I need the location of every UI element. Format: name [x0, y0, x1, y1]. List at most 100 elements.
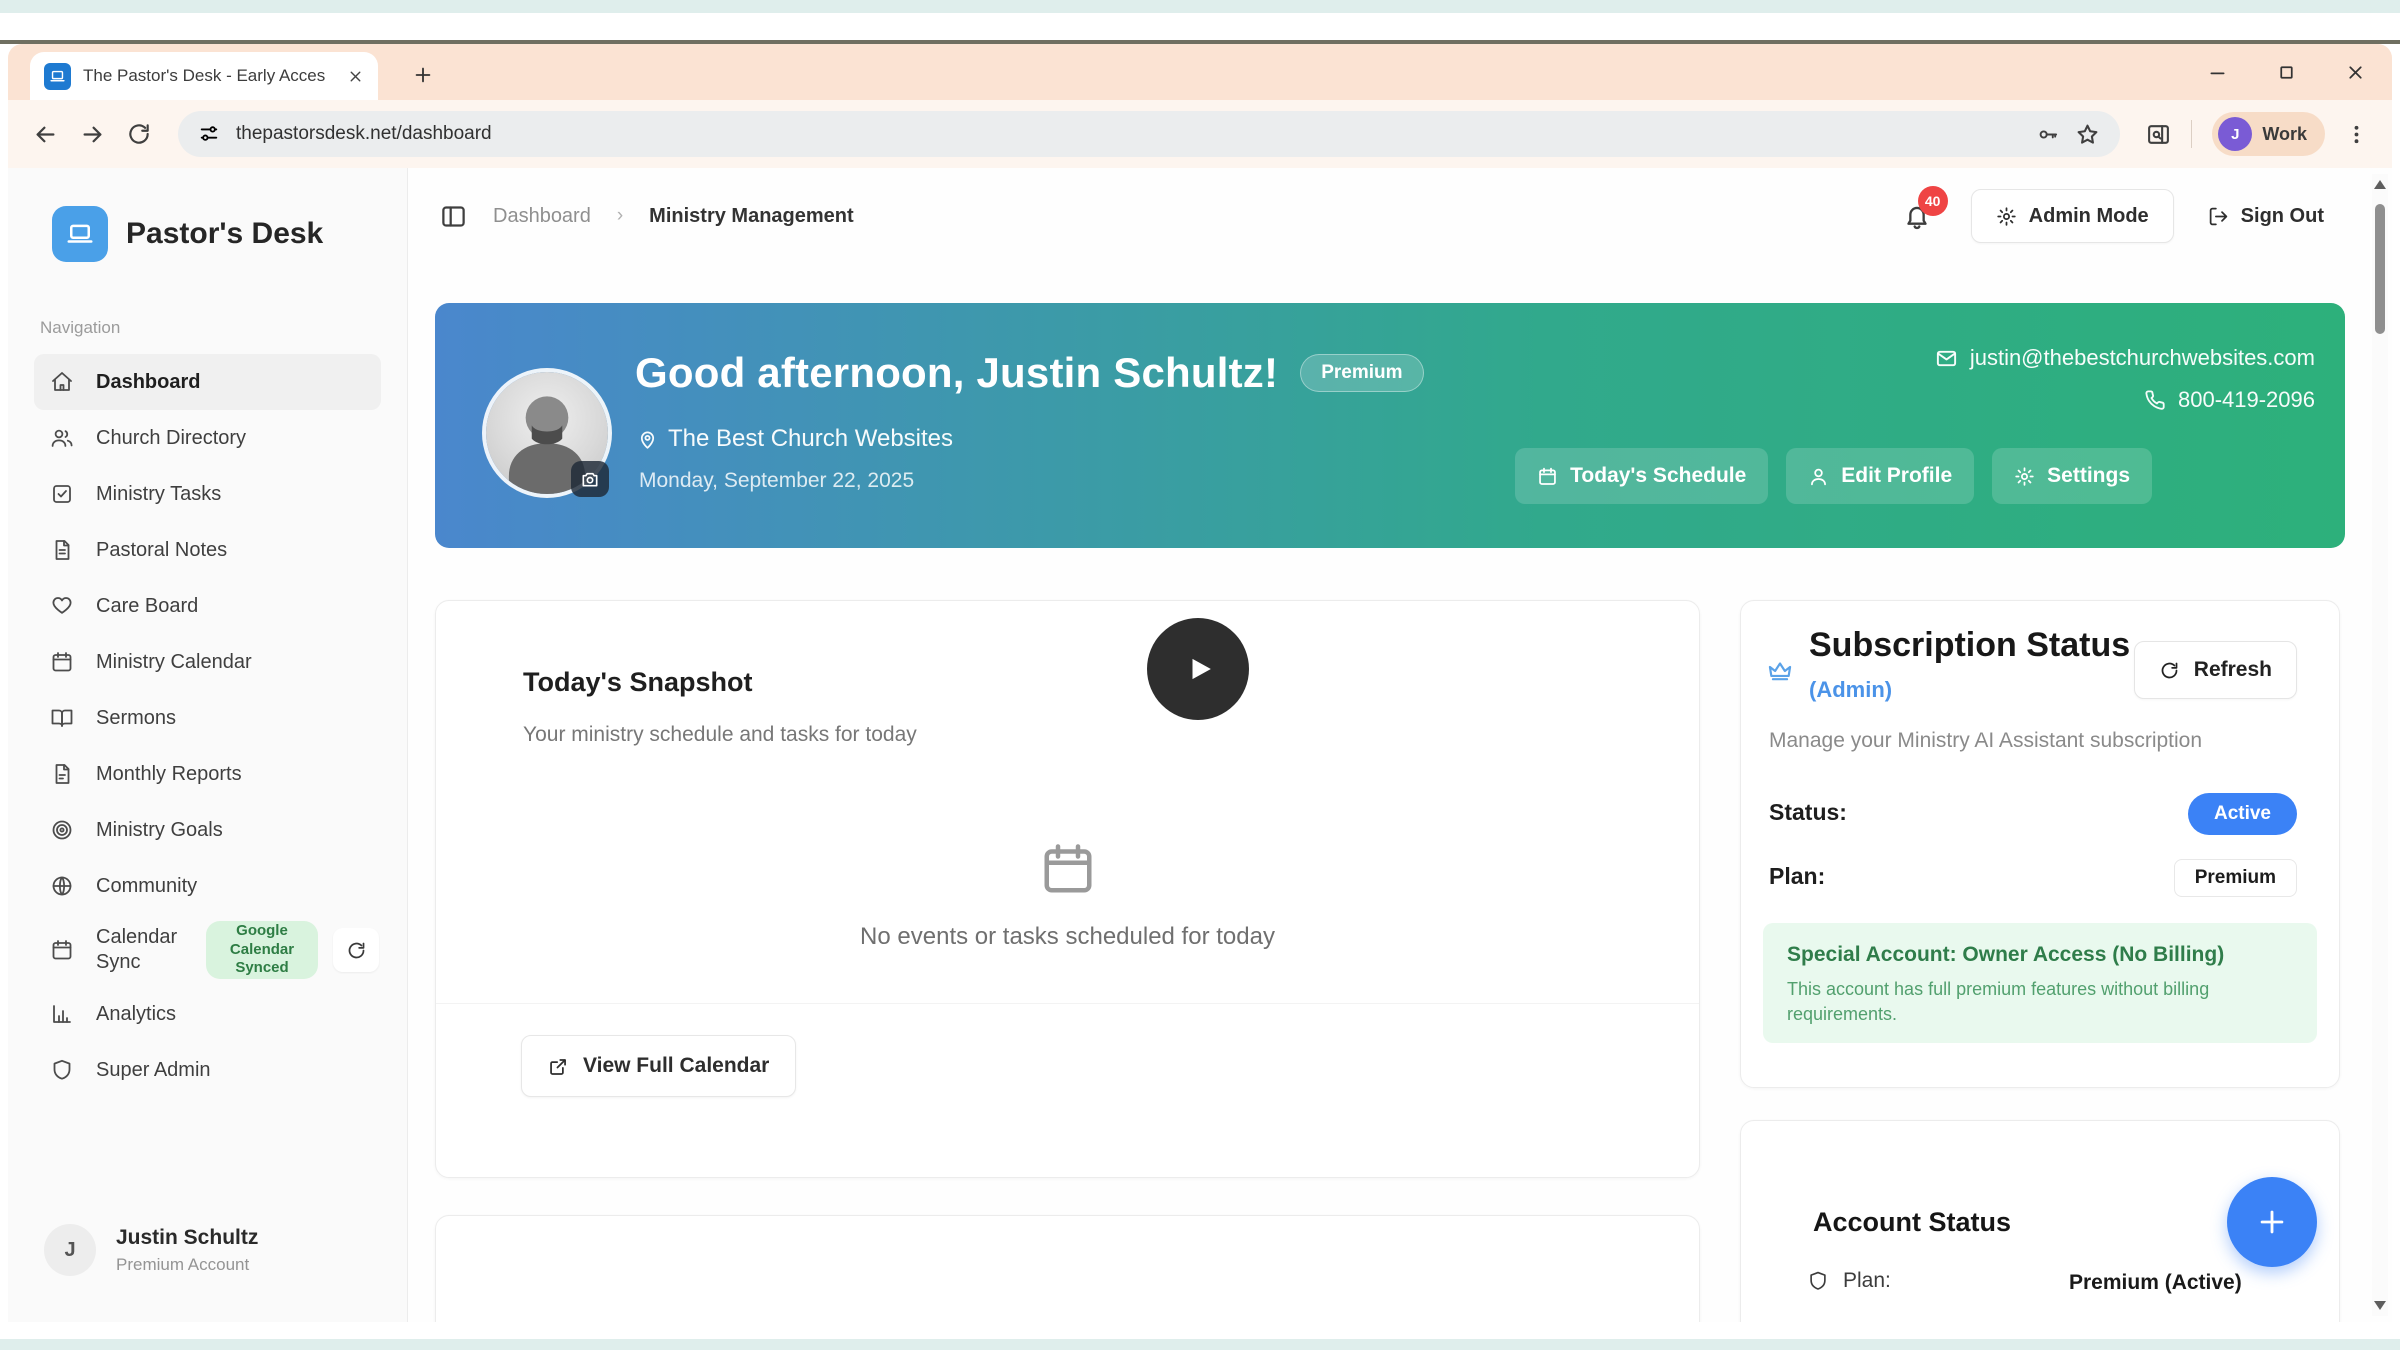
- calendar-empty-icon: [1038, 839, 1098, 899]
- sign-out-button[interactable]: Sign Out: [2200, 189, 2332, 243]
- sidebar-item-dashboard[interactable]: Dashboard: [34, 354, 381, 410]
- file-icon: [50, 762, 74, 786]
- sidebar-item-label: Dashboard: [96, 371, 200, 394]
- video-play-button[interactable]: [1147, 618, 1249, 720]
- sidebar-item-pastoral-notes[interactable]: Pastoral Notes: [34, 522, 381, 578]
- refresh-icon: [2159, 660, 2180, 681]
- site-settings-icon[interactable]: [198, 123, 220, 145]
- main-area: Dashboard › Ministry Management 40 Admin…: [408, 168, 2392, 1322]
- breadcrumb-dashboard[interactable]: Dashboard: [493, 205, 591, 228]
- sidebar-item-ministry-calendar[interactable]: Ministry Calendar: [34, 634, 381, 690]
- main-header: Dashboard › Ministry Management 40 Admin…: [440, 186, 2332, 246]
- browser-window: The Pastor's Desk - Early Acces: [8, 44, 2392, 1322]
- calendar-icon: [50, 650, 74, 674]
- account-plan-row: Plan:: [1807, 1269, 1891, 1293]
- laptop-logo-icon: [52, 206, 108, 262]
- sidebar-item-ministry-tasks[interactable]: Ministry Tasks: [34, 466, 381, 522]
- sidebar: Pastor's Desk Navigation Dashboard Churc…: [8, 168, 408, 1322]
- url-text: thepastorsdesk.net/dashboard: [236, 123, 492, 145]
- bar-chart-icon: [50, 1002, 74, 1026]
- location-pin-icon: [637, 429, 658, 450]
- users-icon: [50, 426, 74, 450]
- address-bar[interactable]: thepastorsdesk.net/dashboard: [178, 111, 2120, 157]
- sidebar-item-super-admin[interactable]: Super Admin: [34, 1042, 381, 1098]
- sync-refresh-icon[interactable]: [333, 928, 379, 972]
- sidebar-item-analytics[interactable]: Analytics: [34, 986, 381, 1042]
- current-date: Monday, September 22, 2025: [639, 469, 914, 493]
- todays-schedule-button[interactable]: Today's Schedule: [1515, 448, 1768, 504]
- edit-profile-button[interactable]: Edit Profile: [1786, 448, 1974, 504]
- sidebar-user-card[interactable]: J Justin Schultz Premium Account: [34, 1214, 381, 1276]
- breadcrumb-separator: ›: [617, 205, 623, 227]
- toolbar-divider: [2191, 120, 2192, 148]
- camera-icon[interactable]: [571, 461, 609, 497]
- sidebar-item-label: Care Board: [96, 595, 198, 618]
- user-name: Justin Schultz: [116, 1226, 258, 1250]
- settings-button[interactable]: Settings: [1992, 448, 2152, 504]
- browser-tab[interactable]: The Pastor's Desk - Early Acces: [30, 52, 378, 100]
- sidebar-item-sermons[interactable]: Sermons: [34, 690, 381, 746]
- minimize-icon[interactable]: [2207, 62, 2228, 83]
- sidebar-item-label: Ministry Calendar: [96, 651, 252, 674]
- snapshot-title: Today's Snapshot: [523, 667, 752, 698]
- page-scrollbar[interactable]: [2372, 174, 2388, 1316]
- maximize-icon[interactable]: [2276, 62, 2297, 83]
- sidebar-item-calendar-sync[interactable]: Calendar Sync Google Calendar Synced: [34, 914, 381, 986]
- side-panel-icon[interactable]: [2146, 122, 2171, 147]
- browser-menu-icon[interactable]: [2345, 123, 2368, 146]
- reload-icon[interactable]: [126, 121, 152, 147]
- calendar-icon: [1537, 466, 1558, 487]
- sidebar-item-ministry-goals[interactable]: Ministry Goals: [34, 802, 381, 858]
- forward-icon[interactable]: [79, 121, 106, 148]
- person-icon: [1808, 466, 1829, 487]
- view-full-calendar-button[interactable]: View Full Calendar: [521, 1035, 796, 1097]
- scrollbar-down-arrow[interactable]: [2374, 1301, 2386, 1310]
- notice-body: This account has full premium features w…: [1787, 977, 2267, 1027]
- status-label: Status:: [1769, 799, 1847, 826]
- sidebar-item-label: Super Admin: [96, 1059, 211, 1082]
- sidebar-item-label: Sermons: [96, 707, 176, 730]
- crown-icon: [1767, 657, 1793, 683]
- close-icon[interactable]: [2345, 62, 2366, 83]
- sidebar-item-label: Ministry Tasks: [96, 483, 221, 506]
- account-plan-value: Premium (Active): [2069, 1271, 2242, 1295]
- sidebar-item-community[interactable]: Community: [34, 858, 381, 914]
- app-logo[interactable]: Pastor's Desk: [34, 206, 381, 262]
- subscription-subtitle: Manage your Ministry AI Assistant subscr…: [1769, 729, 2202, 753]
- email-row: justin@thebestchurchwebsites.com: [1935, 345, 2315, 371]
- sidebar-item-church-directory[interactable]: Church Directory: [34, 410, 381, 466]
- notice-title: Special Account: Owner Access (No Billin…: [1787, 943, 2293, 967]
- phone-icon: [2144, 389, 2166, 411]
- profile-avatar: J: [2218, 117, 2252, 151]
- site-favicon-icon: [44, 63, 71, 90]
- passwords-key-icon[interactable]: [2036, 123, 2059, 146]
- refresh-button[interactable]: Refresh: [2134, 641, 2297, 699]
- account-status-title: Account Status: [1813, 1207, 2011, 1238]
- status-active-badge: Active: [2188, 793, 2297, 835]
- browser-profile-chip[interactable]: J Work: [2212, 112, 2325, 156]
- screen: The Pastor's Desk - Early Acces: [0, 0, 2400, 1350]
- admin-mode-button[interactable]: Admin Mode: [1971, 189, 2174, 243]
- sidebar-item-monthly-reports[interactable]: Monthly Reports: [34, 746, 381, 802]
- notifications-button[interactable]: 40: [1903, 202, 1931, 230]
- welcome-banner: Good afternoon, Justin Schultz! Premium …: [435, 303, 2345, 548]
- tab-close-icon[interactable]: [347, 68, 364, 85]
- shield-icon: [50, 1058, 74, 1082]
- new-tab-button[interactable]: [406, 58, 440, 92]
- back-icon[interactable]: [32, 121, 59, 148]
- todays-snapshot-card: Today's Snapshot Your ministry schedule …: [435, 600, 1700, 1178]
- check-square-icon: [50, 482, 74, 506]
- book-open-icon: [50, 706, 74, 730]
- sidebar-item-care-board[interactable]: Care Board: [34, 578, 381, 634]
- user-avatar: J: [44, 1224, 96, 1276]
- sidebar-toggle-icon[interactable]: [440, 203, 467, 230]
- gear-icon: [1996, 206, 2017, 227]
- divider: [436, 1003, 1699, 1004]
- scrollbar-thumb[interactable]: [2375, 204, 2385, 334]
- external-link-icon: [548, 1056, 569, 1077]
- scrollbar-up-arrow[interactable]: [2374, 180, 2386, 189]
- sidebar-item-label: Calendar Sync: [96, 925, 208, 975]
- add-floating-button[interactable]: [2227, 1177, 2317, 1267]
- profile-name: Work: [2262, 124, 2307, 145]
- bookmark-star-icon[interactable]: [2075, 122, 2100, 147]
